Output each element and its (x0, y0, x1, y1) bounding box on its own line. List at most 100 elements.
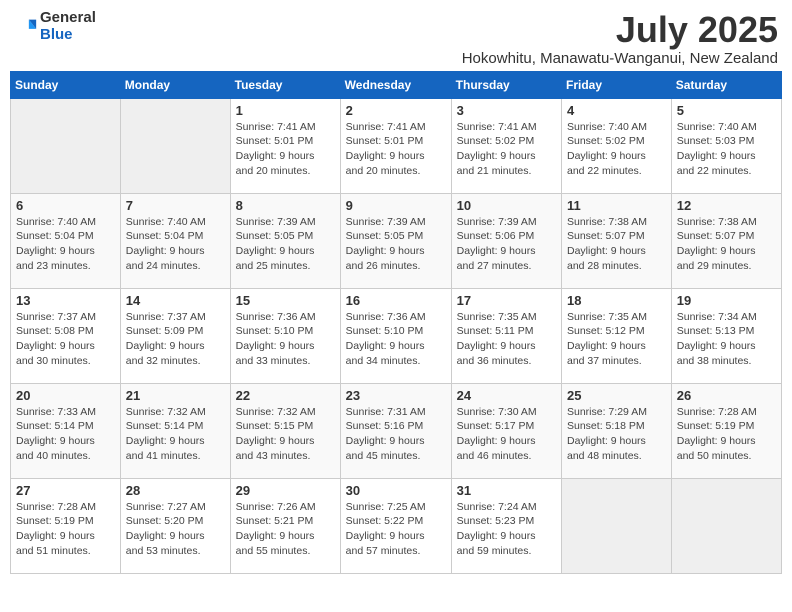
day-info: Sunrise: 7:36 AM Sunset: 5:10 PM Dayligh… (346, 310, 446, 369)
day-number: 21 (126, 388, 225, 403)
location-title: Hokowhitu, Manawatu-Wanganui, New Zealan… (462, 50, 778, 67)
column-header-thursday: Thursday (451, 71, 561, 98)
calendar-cell: 12Sunrise: 7:38 AM Sunset: 5:07 PM Dayli… (671, 193, 781, 288)
day-info: Sunrise: 7:40 AM Sunset: 5:04 PM Dayligh… (16, 215, 115, 274)
logo-general: General (40, 10, 96, 27)
calendar-week-1: 6 Sunrise: 7:40 AM Sunset: 5:04 PM Daylig… (11, 193, 782, 288)
day-info: Sunrise: 7:31 AM Sunset: 5:16 PM Dayligh… (346, 405, 446, 464)
calendar-cell: 22 Sunrise: 7:32 AM Sunset: 5:15 PM Dayli… (230, 383, 340, 478)
day-info: Sunrise: 7:35 AM Sunset: 5:11 PM Dayligh… (457, 310, 556, 369)
day-info: Sunrise: 7:34 AM Sunset: 5:13 PM Dayligh… (677, 310, 776, 369)
page-header: General Blue July 2025 Hokowhitu, Manawa… (10, 10, 782, 67)
day-number: 8 (236, 198, 335, 213)
day-number: 22 (236, 388, 335, 403)
day-info: Sunrise: 7:40 AM Sunset: 5:03 PM Dayligh… (677, 120, 776, 179)
day-info: Sunrise: 7:39 AM Sunset: 5:06 PM Dayligh… (457, 215, 556, 274)
column-header-wednesday: Wednesday (340, 71, 451, 98)
calendar-cell: 21 Sunrise: 7:32 AM Sunset: 5:14 PM Dayli… (120, 383, 230, 478)
day-number: 24 (457, 388, 556, 403)
day-info: Sunrise: 7:40 AM Sunset: 5:04 PM Dayligh… (126, 215, 225, 274)
column-header-tuesday: Tuesday (230, 71, 340, 98)
calendar-cell: 3 Sunrise: 7:41 AM Sunset: 5:02 PM Daylig… (451, 98, 561, 193)
logo-icon (16, 16, 38, 38)
day-number: 20 (16, 388, 115, 403)
day-info: Sunrise: 7:41 AM Sunset: 5:02 PM Dayligh… (457, 120, 556, 179)
calendar-cell: 31Sunrise: 7:24 AM Sunset: 5:23 PM Dayli… (451, 478, 561, 573)
logo: General Blue (14, 10, 96, 43)
day-number: 11 (567, 198, 666, 213)
calendar-cell: 5 Sunrise: 7:40 AM Sunset: 5:03 PM Daylig… (671, 98, 781, 193)
day-info: Sunrise: 7:37 AM Sunset: 5:08 PM Dayligh… (16, 310, 115, 369)
day-info: Sunrise: 7:28 AM Sunset: 5:19 PM Dayligh… (677, 405, 776, 464)
calendar-cell: 24 Sunrise: 7:30 AM Sunset: 5:17 PM Dayli… (451, 383, 561, 478)
calendar-cell: 18 Sunrise: 7:35 AM Sunset: 5:12 PM Dayli… (562, 288, 672, 383)
calendar-cell: 19 Sunrise: 7:34 AM Sunset: 5:13 PM Dayli… (671, 288, 781, 383)
day-number: 2 (346, 103, 446, 118)
calendar-cell: 23 Sunrise: 7:31 AM Sunset: 5:16 PM Dayli… (340, 383, 451, 478)
day-number: 18 (567, 293, 666, 308)
logo-text: General Blue (40, 10, 96, 43)
calendar-cell: 25Sunrise: 7:29 AM Sunset: 5:18 PM Dayli… (562, 383, 672, 478)
day-info: Sunrise: 7:25 AM Sunset: 5:22 PM Dayligh… (346, 500, 446, 559)
day-number: 27 (16, 483, 115, 498)
calendar-cell: 11 Sunrise: 7:38 AM Sunset: 5:07 PM Dayli… (562, 193, 672, 288)
day-number: 10 (457, 198, 556, 213)
calendar-cell: 26 Sunrise: 7:28 AM Sunset: 5:19 PM Dayli… (671, 383, 781, 478)
day-number: 31 (457, 483, 556, 498)
calendar-week-3: 20Sunrise: 7:33 AM Sunset: 5:14 PM Dayli… (11, 383, 782, 478)
calendar-cell: 1Sunrise: 7:41 AM Sunset: 5:01 PM Daylig… (230, 98, 340, 193)
day-number: 29 (236, 483, 335, 498)
day-info: Sunrise: 7:39 AM Sunset: 5:05 PM Dayligh… (346, 215, 446, 274)
calendar-cell (120, 98, 230, 193)
logo-blue: Blue (40, 27, 96, 44)
day-info: Sunrise: 7:32 AM Sunset: 5:14 PM Dayligh… (126, 405, 225, 464)
calendar-header-row: SundayMondayTuesdayWednesdayThursdayFrid… (11, 71, 782, 98)
day-info: Sunrise: 7:28 AM Sunset: 5:19 PM Dayligh… (16, 500, 115, 559)
day-info: Sunrise: 7:41 AM Sunset: 5:01 PM Dayligh… (236, 120, 335, 179)
day-number: 9 (346, 198, 446, 213)
calendar-cell (562, 478, 672, 573)
month-title: July 2025 (462, 10, 778, 50)
day-info: Sunrise: 7:37 AM Sunset: 5:09 PM Dayligh… (126, 310, 225, 369)
day-info: Sunrise: 7:35 AM Sunset: 5:12 PM Dayligh… (567, 310, 666, 369)
column-header-friday: Friday (562, 71, 672, 98)
day-info: Sunrise: 7:29 AM Sunset: 5:18 PM Dayligh… (567, 405, 666, 464)
day-info: Sunrise: 7:26 AM Sunset: 5:21 PM Dayligh… (236, 500, 335, 559)
column-header-sunday: Sunday (11, 71, 121, 98)
day-info: Sunrise: 7:27 AM Sunset: 5:20 PM Dayligh… (126, 500, 225, 559)
day-info: Sunrise: 7:30 AM Sunset: 5:17 PM Dayligh… (457, 405, 556, 464)
calendar-table: SundayMondayTuesdayWednesdayThursdayFrid… (10, 71, 782, 574)
day-number: 14 (126, 293, 225, 308)
title-block: July 2025 Hokowhitu, Manawatu-Wanganui, … (462, 10, 778, 67)
day-info: Sunrise: 7:41 AM Sunset: 5:01 PM Dayligh… (346, 120, 446, 179)
day-number: 7 (126, 198, 225, 213)
day-number: 3 (457, 103, 556, 118)
day-info: Sunrise: 7:40 AM Sunset: 5:02 PM Dayligh… (567, 120, 666, 179)
column-header-monday: Monday (120, 71, 230, 98)
calendar-cell (11, 98, 121, 193)
calendar-cell: 9 Sunrise: 7:39 AM Sunset: 5:05 PM Daylig… (340, 193, 451, 288)
day-number: 6 (16, 198, 115, 213)
day-number: 19 (677, 293, 776, 308)
day-number: 26 (677, 388, 776, 403)
calendar-cell: 6 Sunrise: 7:40 AM Sunset: 5:04 PM Daylig… (11, 193, 121, 288)
day-number: 15 (236, 293, 335, 308)
calendar-cell: 4Sunrise: 7:40 AM Sunset: 5:02 PM Daylig… (562, 98, 672, 193)
calendar-cell (671, 478, 781, 573)
day-info: Sunrise: 7:38 AM Sunset: 5:07 PM Dayligh… (567, 215, 666, 274)
calendar-cell: 10 Sunrise: 7:39 AM Sunset: 5:06 PM Dayli… (451, 193, 561, 288)
day-number: 30 (346, 483, 446, 498)
day-number: 23 (346, 388, 446, 403)
calendar-cell: 28Sunrise: 7:27 AM Sunset: 5:20 PM Dayli… (120, 478, 230, 573)
calendar-cell: 7 Sunrise: 7:40 AM Sunset: 5:04 PM Daylig… (120, 193, 230, 288)
day-info: Sunrise: 7:36 AM Sunset: 5:10 PM Dayligh… (236, 310, 335, 369)
day-number: 13 (16, 293, 115, 308)
calendar-cell: 15 Sunrise: 7:36 AM Sunset: 5:10 PM Dayli… (230, 288, 340, 383)
calendar-cell: 30 Sunrise: 7:25 AM Sunset: 5:22 PM Dayli… (340, 478, 451, 573)
day-number: 5 (677, 103, 776, 118)
calendar-cell: 27 Sunrise: 7:28 AM Sunset: 5:19 PM Dayli… (11, 478, 121, 573)
calendar-week-4: 27 Sunrise: 7:28 AM Sunset: 5:19 PM Dayli… (11, 478, 782, 573)
calendar-cell: 2 Sunrise: 7:41 AM Sunset: 5:01 PM Daylig… (340, 98, 451, 193)
calendar-cell: 16Sunrise: 7:36 AM Sunset: 5:10 PM Dayli… (340, 288, 451, 383)
day-info: Sunrise: 7:32 AM Sunset: 5:15 PM Dayligh… (236, 405, 335, 464)
